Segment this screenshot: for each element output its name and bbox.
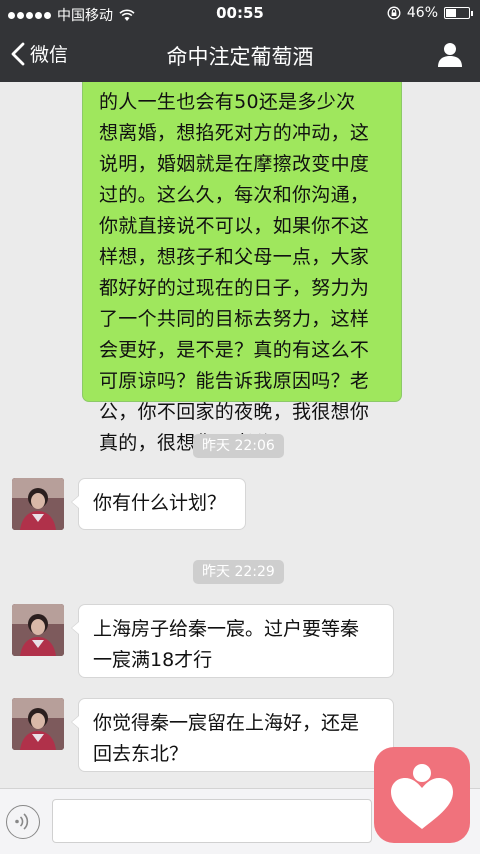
avatar[interactable] xyxy=(12,698,64,750)
person-icon[interactable] xyxy=(436,40,464,68)
message-line: 样想，想孩子和父母一点，大家 xyxy=(99,246,370,268)
message-line: 你有什么计划？ xyxy=(93,492,227,514)
message-line: 可原谅吗？能告诉我原因吗？老 xyxy=(99,370,370,392)
received-message-bubble[interactable]: 你有什么计划？ xyxy=(71,478,246,530)
chat-area[interactable]: 的人一生也会有50还是多少次 想离婚，想掐死对方的冲动，这 说明，婚姻就是在摩擦… xyxy=(0,82,480,788)
received-message-bubble[interactable]: 你觉得秦一宸留在上海好，还是 回去东北？ xyxy=(71,698,394,772)
status-bar: 中国移动 00:55 46% xyxy=(0,0,480,28)
message-line: 你就直接说不可以，如果你不这 xyxy=(99,215,370,237)
message-line: 过的。这么久，每次和你沟通， xyxy=(99,184,370,206)
message-input[interactable] xyxy=(52,799,372,843)
chat-title: 命中注定葡萄酒 xyxy=(166,45,314,69)
nav-bar: 微信 命中注定葡萄酒 xyxy=(0,28,480,82)
timestamp-pill: 昨天 22:29 xyxy=(193,560,284,584)
avatar[interactable] xyxy=(12,604,64,656)
sent-message-bubble[interactable]: 的人一生也会有50还是多少次 想离婚，想掐死对方的冲动，这 说明，婚姻就是在摩擦… xyxy=(82,82,402,454)
message-line: 的人一生也会有50还是多少次 xyxy=(99,91,356,113)
message-line: 会更好，是不是？真的有这么不 xyxy=(99,339,370,361)
app-logo[interactable] xyxy=(374,747,470,843)
message-line: 想离婚，想掐死对方的冲动，这 xyxy=(99,122,370,144)
status-right: 46% xyxy=(387,5,473,21)
voice-icon xyxy=(15,813,29,830)
message-line: 公，你不回家的夜晚，我很想你 xyxy=(99,401,370,423)
message-line: 都好好的过现在的日子，努力为 xyxy=(99,277,370,299)
message-line: 上海房子给秦一宸。过户要等秦 xyxy=(93,618,360,640)
received-message-bubble[interactable]: 上海房子给秦一宸。过户要等秦 一宸满18才行 xyxy=(71,604,394,678)
avatar[interactable] xyxy=(12,478,64,530)
battery-percent: 46% xyxy=(406,5,438,21)
contact-avatar-image xyxy=(12,478,64,530)
message-line: 了一个共同的目标去努力，这样 xyxy=(99,308,370,330)
battery-icon xyxy=(444,7,473,19)
timestamp-pill: 昨天 22:06 xyxy=(193,434,284,458)
contact-avatar-image xyxy=(12,604,64,656)
message-line: 回去东北？ xyxy=(93,743,189,765)
contact-avatar-image xyxy=(12,698,64,750)
message-line: 一宸满18才行 xyxy=(93,649,213,671)
message-line: 你觉得秦一宸留在上海好，还是 xyxy=(93,712,360,734)
message-line: 说明，婚姻就是在摩擦改变中度 xyxy=(99,153,370,175)
voice-button[interactable] xyxy=(6,805,40,839)
rotation-lock-icon xyxy=(387,6,401,20)
heart-person-logo xyxy=(391,764,453,829)
